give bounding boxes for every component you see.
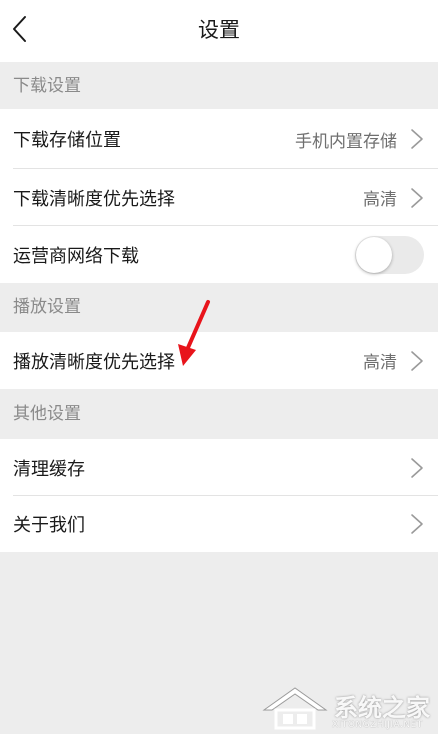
chevron-right-icon (411, 129, 423, 149)
row-label: 播放清晰度优先选择 (13, 351, 175, 373)
chevron-right-icon (411, 187, 423, 208)
chevron-right-icon (411, 457, 423, 478)
page-title: 设置 (198, 18, 240, 42)
section-title-download: 下载设置 (0, 63, 438, 109)
row-label: 下载存储位置 (13, 130, 121, 151)
watermark: 系统之家 XITONGZHIJIA.NET (258, 680, 436, 734)
setting-row-clear-cache[interactable]: 清理缓存 (0, 439, 438, 496)
row-label: 关于我们 (13, 515, 85, 536)
row-value: 高清 (363, 190, 397, 210)
setting-row-carrier-network: 运营商网络下载 (0, 226, 438, 283)
chevron-right-icon (411, 514, 423, 534)
toggle-knob (356, 236, 392, 273)
section-title-other: 其他设置 (0, 389, 438, 439)
setting-row-storage-location[interactable]: 下载存储位置 手机内置存储 (0, 109, 438, 169)
navigation-bar: 设置 (0, 0, 438, 62)
setting-row-download-quality[interactable]: 下载清晰度优先选择 高清 (0, 169, 438, 226)
carrier-download-toggle[interactable] (355, 235, 424, 274)
row-value: 手机内置存储 (295, 131, 397, 152)
house-logo-icon (262, 687, 328, 730)
watermark-subtext: XITONGZHIJIA.NET (332, 720, 423, 730)
row-label: 清理缓存 (13, 458, 85, 480)
row-label: 下载清晰度优先选择 (13, 188, 175, 210)
chevron-right-icon (411, 350, 423, 371)
row-label: 运营商网络下载 (13, 245, 139, 267)
red-arrow-annotation (178, 300, 210, 366)
row-value: 高清 (363, 353, 397, 373)
watermark-text: 系统之家 (334, 694, 430, 722)
setting-row-about-us[interactable]: 关于我们 (0, 496, 438, 552)
